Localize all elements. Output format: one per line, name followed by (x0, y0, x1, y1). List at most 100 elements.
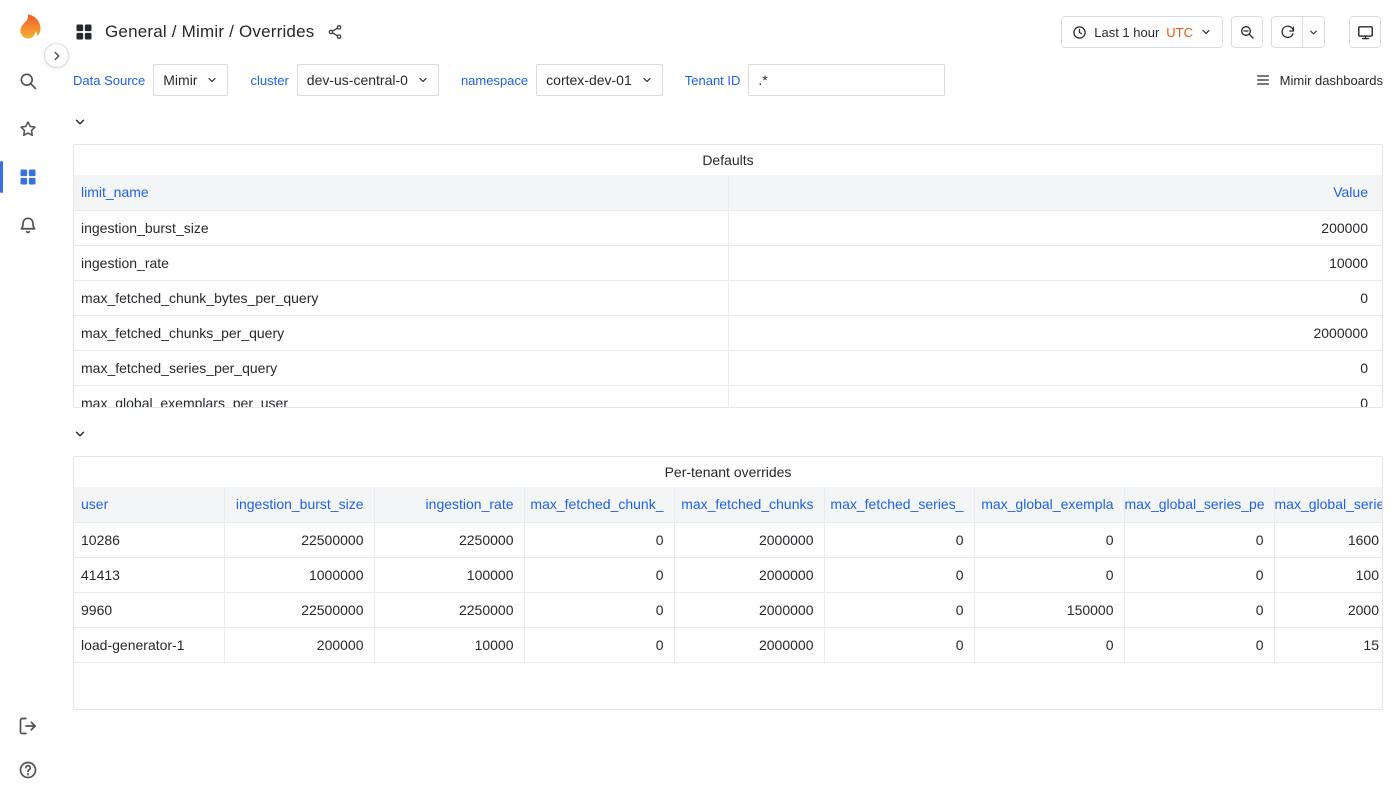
value-cell: 1600 (1274, 522, 1382, 557)
zoom-out-button[interactable] (1231, 16, 1263, 48)
table-row: max_fetched_series_per_query 0 (74, 350, 1382, 385)
value-cell: 2000000 (674, 522, 824, 557)
value-cell: 0 (824, 592, 974, 627)
refresh-button[interactable] (1271, 16, 1303, 48)
limit-name-cell: max_fetched_series_per_query (74, 350, 728, 385)
mimir-dashboards-label: Mimir dashboards (1280, 73, 1383, 88)
value-cell: 0 (824, 557, 974, 592)
time-range-picker[interactable]: Last 1 hour UTC (1061, 16, 1223, 48)
table-row: max_global_exemplars_per_user 0 (74, 385, 1382, 407)
page-header: General / Mimir / Overrides Last 1 hour … (56, 0, 1400, 64)
expand-sidebar-button[interactable] (44, 43, 69, 68)
value-cell: 0 (974, 522, 1124, 557)
table-row: 10286 22500000 2250000 0 2000000 0 0 0 1… (74, 522, 1382, 557)
column-header-user[interactable]: user (74, 487, 224, 522)
variable-datasource: Data Source Mimir (73, 64, 228, 96)
table-row: max_fetched_chunks_per_query 2000000 (74, 315, 1382, 350)
timezone-label: UTC (1166, 25, 1193, 40)
limit-value-cell: 200000 (728, 210, 1382, 245)
panel-title[interactable]: Per-tenant overrides (74, 457, 1382, 487)
value-cell: 0 (1124, 557, 1274, 592)
limit-value-cell: 0 (728, 280, 1382, 315)
refresh-interval-dropdown[interactable] (1303, 16, 1325, 48)
namespace-select[interactable]: cortex-dev-01 (536, 64, 663, 96)
chevron-down-icon (1200, 26, 1212, 38)
help-icon (18, 760, 38, 780)
column-header[interactable]: ingestion_rate (374, 487, 524, 522)
column-header[interactable]: max_fetched_chunk_ (524, 487, 674, 522)
column-header[interactable]: max_fetched_chunks (674, 487, 824, 522)
sidebar-item-alerting[interactable] (0, 201, 56, 249)
selected-value: dev-us-central-0 (307, 72, 408, 88)
tenant-id-input[interactable] (748, 64, 945, 96)
variable-label: Data Source (73, 73, 145, 88)
bell-icon (18, 215, 38, 235)
column-header[interactable]: ingestion_burst_size (224, 487, 374, 522)
sign-out-icon (18, 716, 38, 736)
kiosk-mode-button[interactable] (1349, 16, 1381, 48)
overrides-table-container: user ingestion_burst_size ingestion_rate… (74, 487, 1382, 709)
chevron-down-icon (417, 74, 429, 86)
defaults-table: limit_name Value ingestion_burst_size 20… (74, 175, 1382, 407)
value-cell: 100000 (374, 557, 524, 592)
panel-title[interactable]: Defaults (74, 145, 1382, 175)
column-header[interactable]: max_fetched_series_ (824, 487, 974, 522)
row-collapse-toggle[interactable] (73, 422, 87, 446)
search-icon (18, 71, 38, 91)
value-cell: 10000 (374, 627, 524, 662)
defaults-table-container: limit_name Value ingestion_burst_size 20… (74, 175, 1382, 407)
value-cell: 15 (1274, 627, 1382, 662)
star-icon (18, 119, 38, 139)
limit-name-cell: max_global_exemplars_per_user (74, 385, 728, 407)
cluster-select[interactable]: dev-us-central-0 (297, 64, 439, 96)
column-header[interactable]: max_global_series_pe (1124, 487, 1274, 522)
column-header[interactable]: max_global_exempla (974, 487, 1124, 522)
variable-label: namespace (461, 73, 528, 88)
datasource-select[interactable]: Mimir (153, 64, 228, 96)
grafana-logo[interactable] (13, 12, 43, 42)
variable-namespace: namespace cortex-dev-01 (461, 64, 663, 96)
value-cell: 0 (974, 557, 1124, 592)
column-header-value[interactable]: Value (728, 175, 1382, 210)
table-row: ingestion_rate 10000 (74, 245, 1382, 280)
table-row: max_fetched_chunk_bytes_per_query 0 (74, 280, 1382, 315)
sidebar-nav (0, 57, 56, 249)
sign-out-button[interactable] (18, 716, 38, 736)
value-cell: 2250000 (374, 592, 524, 627)
share-dashboard-button[interactable] (327, 24, 343, 40)
value-cell: 0 (1124, 522, 1274, 557)
sidebar-item-dashboards[interactable] (0, 153, 56, 201)
chevron-down-icon (1308, 27, 1319, 38)
table-header-row: user ingestion_burst_size ingestion_rate… (74, 487, 1382, 522)
value-cell: 0 (524, 557, 674, 592)
chevron-down-icon (641, 74, 653, 86)
variable-label: cluster (250, 73, 288, 88)
user-cell: 41413 (74, 557, 224, 592)
value-cell: 0 (824, 522, 974, 557)
value-cell: 22500000 (224, 522, 374, 557)
table-row: 41413 1000000 100000 0 2000000 0 0 0 100 (74, 557, 1382, 592)
column-header-limit-name[interactable]: limit_name (74, 175, 728, 210)
value-cell: 100 (1274, 557, 1382, 592)
value-cell: 0 (524, 592, 674, 627)
value-cell: 0 (524, 522, 674, 557)
value-cell: 150000 (974, 592, 1124, 627)
limit-value-cell: 0 (728, 350, 1382, 385)
chevron-down-icon (73, 427, 87, 441)
zoom-out-icon (1239, 24, 1255, 40)
row-collapse-toggle[interactable] (73, 110, 87, 134)
sidebar-bottom (18, 716, 38, 780)
help-button[interactable] (18, 760, 38, 780)
grafana-flame-icon (13, 12, 43, 42)
time-range-label: Last 1 hour (1094, 25, 1159, 40)
sidebar-item-starred[interactable] (0, 105, 56, 153)
chevron-down-icon (206, 74, 218, 86)
dashboard-title[interactable]: General / Mimir / Overrides (105, 22, 314, 42)
dashboard-page: General / Mimir / Overrides Last 1 hour … (56, 0, 1400, 710)
column-header[interactable]: max_global_serie (1274, 487, 1382, 522)
defaults-panel: Defaults limit_name Value ingestion_burs… (73, 144, 1383, 408)
mimir-dashboards-button[interactable]: Mimir dashboards (1255, 72, 1383, 88)
chevron-right-icon (50, 49, 64, 63)
limit-name-cell: max_fetched_chunks_per_query (74, 315, 728, 350)
value-cell: 2000000 (674, 592, 824, 627)
